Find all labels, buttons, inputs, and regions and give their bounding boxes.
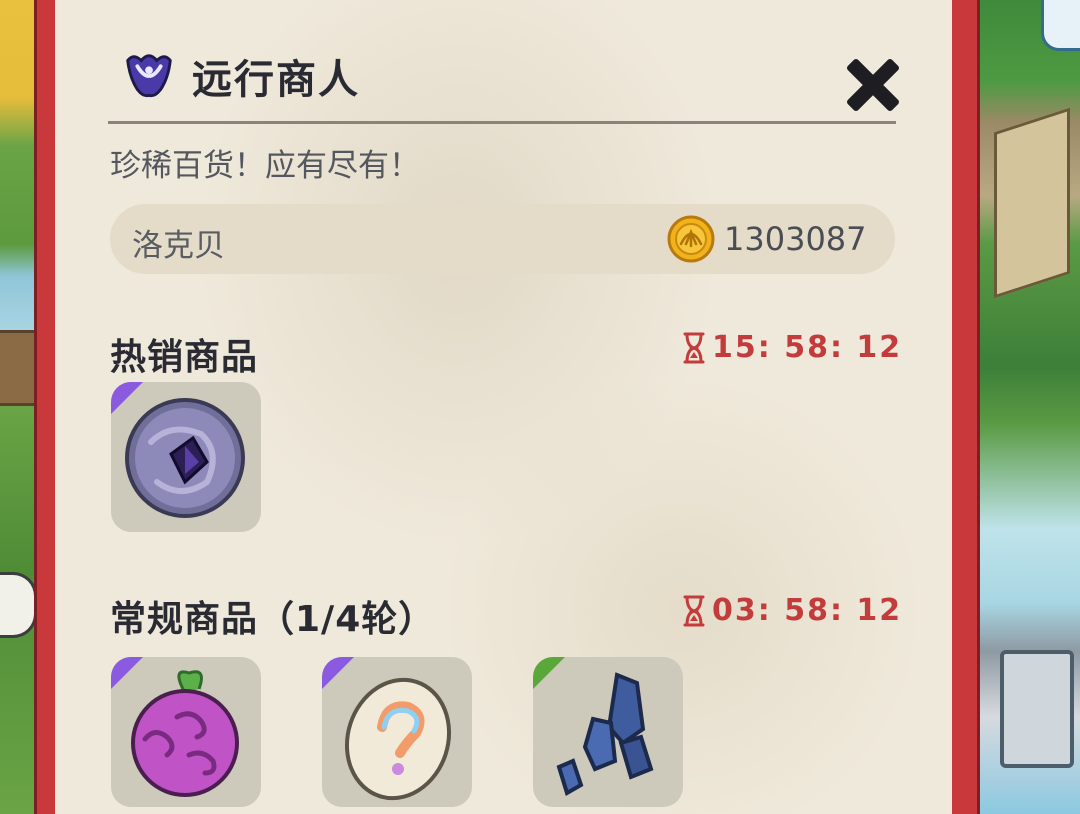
sheep-creature [0,572,37,638]
hot-item-slot[interactable] [111,382,261,532]
merchant-subtitle: 珍稀百货！应有尽有！ [110,148,420,184]
hot-section-title: 热销商品 [110,337,259,378]
map-background-right [980,0,1080,814]
regular-item-slot-3[interactable] [533,657,683,807]
coin-amount: 1303087 [724,220,867,258]
header-divider [108,121,896,124]
map-badge-icon[interactable] [1041,0,1080,51]
hourglass-icon [683,332,705,363]
hut-building [0,330,37,406]
blue-crystal-cluster-icon [556,672,654,796]
gold-shell-coin-icon [667,215,715,263]
regular-item-slot-1[interactable] [111,657,261,807]
rainbow-mystery-egg-icon [344,677,452,801]
regular-section-timer: 03: 58: 12 [682,593,902,628]
panel-header: 远行商人 [120,44,360,108]
map-house [1000,650,1074,768]
hot-section-timer-text: 15: 58: 12 [712,330,903,365]
merchant-emblem-icon [126,54,172,98]
hot-section-timer: 15: 58: 12 [682,330,902,365]
map-road [994,107,1070,299]
close-icon[interactable] [838,50,908,120]
hourglass-icon [683,595,705,626]
merchant-title: 远行商人 [192,57,360,103]
regular-item-slot-2[interactable] [322,657,472,807]
player-info-bar: 洛克贝 1303087 [110,204,895,274]
dark-crystal-orb-icon [125,398,245,518]
regular-section-timer-text: 03: 58: 12 [712,593,903,628]
purple-fruit-icon [131,670,239,797]
player-name: 洛克贝 [132,228,225,264]
regular-section-title: 常规商品（1/4轮） [110,599,436,640]
